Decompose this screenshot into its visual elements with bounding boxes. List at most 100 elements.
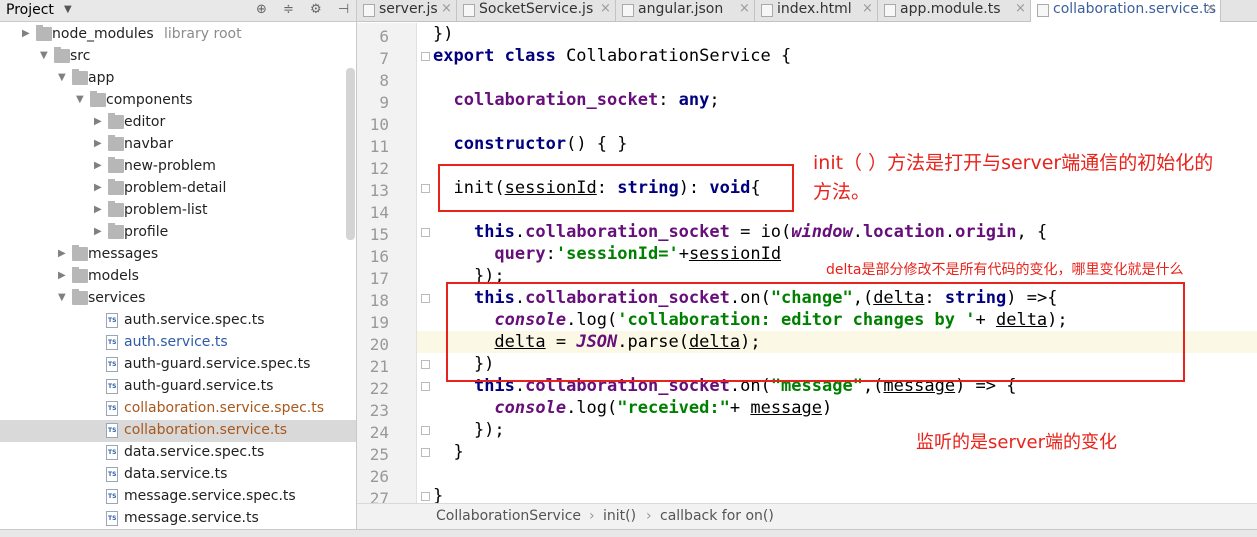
- tab-label: collaboration.service.ts: [1053, 1, 1217, 17]
- folder-icon: [108, 135, 124, 151]
- tree-file[interactable]: auth-guard.service.ts: [0, 376, 356, 398]
- close-icon[interactable]: ×: [739, 1, 750, 16]
- sidebar-scrollbar[interactable]: [346, 68, 355, 240]
- code-line[interactable]: });: [433, 419, 1257, 441]
- tree-folder[interactable]: ▶ problem-list: [0, 200, 356, 222]
- tree-item-label: data.service.ts: [124, 466, 228, 482]
- collapsed-arrow-icon[interactable]: ▶: [94, 226, 102, 237]
- breadcrumb-item[interactable]: CollaborationService: [436, 508, 581, 524]
- fold-marker-icon[interactable]: [421, 360, 430, 369]
- close-icon[interactable]: ×: [600, 1, 611, 16]
- tree-folder[interactable]: ▶ editor: [0, 112, 356, 134]
- fold-marker-icon[interactable]: [421, 492, 430, 501]
- tree-folder[interactable]: ▶ problem-detail: [0, 178, 356, 200]
- expanded-arrow-icon[interactable]: ▼: [76, 94, 84, 105]
- code-token: .: [852, 222, 863, 242]
- code-line[interactable]: [433, 463, 1257, 485]
- init-note-line2: 方法。: [813, 181, 871, 203]
- line-number: 7: [379, 49, 389, 68]
- line-number-gutter: 6 7 8 9 10 11 12 13 14 15 16 17 18 19 20 21 22 23 24 25 26 27: [357, 23, 417, 503]
- code-line[interactable]: [433, 111, 1257, 133]
- tree-file[interactable]: data.service.ts: [0, 464, 356, 486]
- code-token: "received:": [617, 398, 730, 418]
- tree-folder[interactable]: ▼ components: [0, 90, 356, 112]
- chevron-down-icon[interactable]: ▼: [64, 4, 72, 15]
- tree-folder[interactable]: ▼ app: [0, 68, 356, 90]
- fold-marker-icon[interactable]: [421, 294, 430, 303]
- breadcrumb-item[interactable]: init(): [603, 508, 636, 524]
- panel-toolbar-icons[interactable]: ⊕ ≑ ⚙ ⊣: [256, 2, 355, 17]
- fold-marker-icon[interactable]: [421, 184, 430, 193]
- code-line[interactable]: this.collaboration_socket = io(window.lo…: [433, 221, 1257, 243]
- code-token: () { }: [566, 134, 628, 154]
- collapsed-arrow-icon[interactable]: ▶: [94, 204, 102, 215]
- code-line[interactable]: console.log("received:"+ message): [433, 397, 1257, 419]
- editor-tab[interactable]: index.html ×: [755, 0, 878, 22]
- typescript-file-icon: [106, 379, 118, 394]
- close-icon[interactable]: ×: [1015, 1, 1026, 16]
- expanded-arrow-icon[interactable]: ▼: [40, 50, 48, 61]
- expanded-arrow-icon[interactable]: ▼: [58, 292, 66, 303]
- editor-tab[interactable]: server.js ×: [357, 0, 457, 22]
- delta-note: delta是部分修改不是所有代码的变化，哪里变化就是什么: [826, 262, 1184, 278]
- code-token: this: [473, 222, 515, 242]
- fold-marker-icon[interactable]: [421, 228, 430, 237]
- tree-file[interactable]: auth-guard.service.spec.ts: [0, 354, 356, 376]
- editor-tab[interactable]: angular.json ×: [616, 0, 755, 22]
- code-editor[interactable]: 6 7 8 9 10 11 12 13 14 15 16 17 18 19 20 21 22 23 24 25 26 27…: [357, 23, 1257, 503]
- tree-file[interactable]: message.service.ts: [0, 508, 356, 530]
- code-line[interactable]: [433, 67, 1257, 89]
- typescript-file-icon: [106, 401, 118, 416]
- breadcrumb-separator-icon: ›: [646, 508, 652, 524]
- collapsed-arrow-icon[interactable]: ▶: [94, 116, 102, 127]
- code-token: collaboration_socket: [453, 90, 659, 110]
- tree-folder[interactable]: ▶ profile: [0, 222, 356, 244]
- close-icon[interactable]: ×: [862, 1, 873, 16]
- code-line[interactable]: collaboration_socket: any;: [433, 89, 1257, 111]
- code-line[interactable]: }: [433, 485, 1257, 503]
- project-panel-title[interactable]: Project: [6, 2, 54, 18]
- fold-marker-icon[interactable]: [421, 52, 430, 61]
- collapsed-arrow-icon[interactable]: ▶: [94, 182, 102, 193]
- code-token: .: [944, 222, 956, 242]
- tree-file[interactable]: collaboration.service.ts: [0, 420, 356, 442]
- tree-item-label: problem-detail: [124, 180, 227, 196]
- tree-folder[interactable]: ▶ node_modules library root: [0, 24, 356, 46]
- code-line[interactable]: }): [433, 23, 1257, 45]
- tree-file[interactable]: data.service.spec.ts: [0, 442, 356, 464]
- editor-tab[interactable]: app.module.ts ×: [878, 0, 1031, 22]
- tree-folder[interactable]: ▼ services: [0, 288, 356, 310]
- tree-file[interactable]: collaboration.service.spec.ts: [0, 398, 356, 420]
- tree-file[interactable]: auth.service.ts: [0, 332, 356, 354]
- code-token: query: [494, 244, 546, 264]
- breadcrumb-item[interactable]: callback for on(): [660, 508, 774, 524]
- tree-file[interactable]: message.service.spec.ts: [0, 486, 356, 508]
- tree-folder[interactable]: ▼ src: [0, 46, 356, 68]
- code-line[interactable]: export class CollaborationService {: [433, 45, 1257, 67]
- breadcrumb: CollaborationService › init() › callback for…: [357, 503, 1257, 529]
- code-line[interactable]: }: [433, 441, 1257, 463]
- fold-marker-icon[interactable]: [421, 426, 430, 435]
- code-token: ): [822, 398, 833, 418]
- close-icon[interactable]: ×: [441, 1, 452, 16]
- collapsed-arrow-icon[interactable]: ▶: [94, 160, 102, 171]
- expanded-arrow-icon[interactable]: ▼: [58, 72, 66, 83]
- close-icon[interactable]: ×: [1205, 1, 1216, 16]
- line-number: 10: [369, 115, 389, 134]
- collapsed-arrow-icon[interactable]: ▶: [58, 248, 66, 259]
- tree-folder[interactable]: ▶ navbar: [0, 134, 356, 156]
- collapsed-arrow-icon[interactable]: ▶: [22, 28, 30, 39]
- editor-tab[interactable]: collaboration.service.ts ×: [1031, 0, 1221, 22]
- tree-folder[interactable]: ▶ models: [0, 266, 356, 288]
- tree-file[interactable]: auth.service.spec.ts: [0, 310, 356, 332]
- collapsed-arrow-icon[interactable]: ▶: [94, 138, 102, 149]
- code-token: any: [678, 90, 710, 110]
- collapsed-arrow-icon[interactable]: ▶: [58, 270, 66, 281]
- tab-label: server.js: [379, 1, 438, 17]
- tree-folder[interactable]: ▶ messages: [0, 244, 356, 266]
- fold-marker-icon[interactable]: [421, 382, 430, 391]
- tree-folder[interactable]: ▶ new-problem: [0, 156, 356, 178]
- fold-marker-icon[interactable]: [421, 448, 430, 457]
- editor-tab[interactable]: SocketService.js ×: [457, 0, 616, 22]
